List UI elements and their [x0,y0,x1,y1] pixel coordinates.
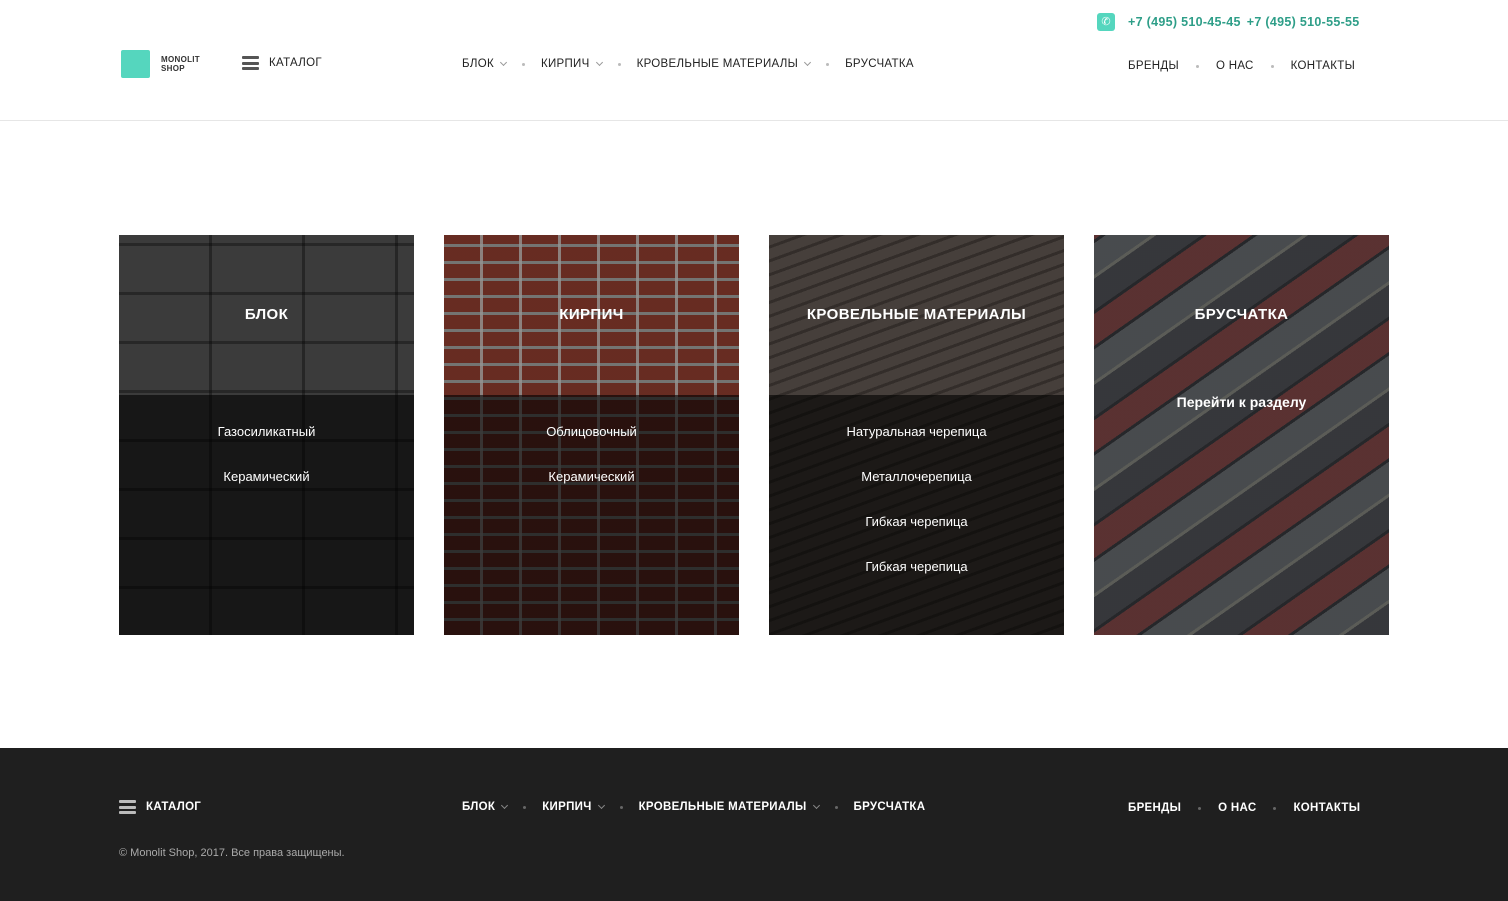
nav-separator [617,62,621,66]
footer-nav-item-brands[interactable]: БРЕНДЫ [1128,802,1181,814]
footer-nav-item-about[interactable]: О НАС [1218,802,1256,814]
footer-nav-item-roofing[interactable]: КРОВЕЛЬНЫЕ МАТЕРИАЛЫ [638,801,820,813]
logo[interactable]: MONOLIT SHOP [121,50,200,78]
nav-separator [1195,64,1199,68]
nav-label: КРОВЕЛЬНЫЕ МАТЕРИАЛЫ [636,58,799,70]
catalog-button[interactable]: КАТАЛОГ [242,56,322,70]
card-link[interactable]: Гибкая черепица [769,513,1064,558]
footer-catalog-button[interactable]: КАТАЛОГ [119,800,201,814]
logo-text: MONOLIT SHOP [161,55,200,73]
category-card-kirpich[interactable]: КИРПИЧ Облицовочный Керамический [444,235,739,635]
nav-separator [1270,64,1274,68]
catalog-label: КАТАЛОГ [146,801,202,813]
main-nav: БЛОК КИРПИЧ КРОВЕЛЬНЫЕ МАТЕРИАЛЫ БРУСЧАТ… [462,58,914,70]
chevron-down-icon [597,801,605,810]
nav-label: БРУСЧАТКА [845,58,914,70]
logo-line-2: SHOP [161,64,185,73]
chevron-down-icon [804,58,812,67]
nav-label: БРУСЧАТКА [853,801,926,813]
phone-icon: ✆ [1097,13,1115,31]
card-title[interactable]: БРУСЧАТКА [1094,306,1389,323]
nav-item-blok[interactable]: БЛОК [462,58,507,70]
chevron-down-icon [812,801,820,810]
card-links: Газосиликатный Керамический [119,423,414,513]
category-card-roofing[interactable]: КРОВЕЛЬНЫЕ МАТЕРИАЛЫ Натуральная черепиц… [769,235,1064,635]
card-links: Натуральная черепица Металлочерепица Гиб… [769,423,1064,603]
nav-separator [521,62,525,66]
nav-item-roofing[interactable]: КРОВЕЛЬНЫЕ МАТЕРИАЛЫ [636,58,812,70]
chevron-down-icon [499,58,507,67]
nav-item-paving[interactable]: БРУСЧАТКА [845,58,914,70]
footer-nav-item-kirpich[interactable]: КИРПИЧ [542,801,605,813]
card-link[interactable]: Газосиликатный [119,423,414,468]
logo-line-1: MONOLIT [161,55,200,64]
site-footer: КАТАЛОГ БЛОК КИРПИЧ КРОВЕЛЬНЫЕ МАТЕРИАЛЫ… [0,748,1508,901]
nav-label: БЛОК [462,58,494,70]
card-links: Облицовочный Керамический [444,423,739,513]
goto-section-link[interactable]: Перейти к разделу [1094,394,1389,410]
nav-separator [1198,806,1202,810]
footer-nav-item-contacts[interactable]: КОНТАКТЫ [1293,802,1360,814]
nav-label: КИРПИЧ [540,58,590,70]
card-title[interactable]: БЛОК [119,306,414,323]
chevron-down-icon [501,801,509,810]
catalog-label: КАТАЛОГ [269,57,322,69]
nav-separator [619,805,623,809]
nav-item-kirpich[interactable]: КИРПИЧ [540,58,603,70]
phone-number-1[interactable]: +7 (495) 510-45-45 [1128,15,1241,29]
phone-number-2[interactable]: +7 (495) 510-55-55 [1247,15,1360,29]
secondary-nav: БРЕНДЫ О НАС КОНТАКТЫ [1128,60,1355,72]
chevron-down-icon [595,58,603,67]
card-link[interactable]: Натуральная черепица [769,423,1064,468]
nav-item-about[interactable]: О НАС [1216,60,1254,72]
footer-main-nav: БЛОК КИРПИЧ КРОВЕЛЬНЫЕ МАТЕРИАЛЫ БРУСЧАТ… [462,801,925,813]
copyright: © Monolit Shop, 2017. Все права защищены… [119,847,345,859]
nav-item-contacts[interactable]: КОНТАКТЫ [1291,60,1355,72]
menu-icon [119,800,136,814]
site-header: MONOLIT SHOP КАТАЛОГ БЛОК КИРПИЧ КРОВЕЛЬ… [0,0,1508,121]
card-link[interactable]: Облицовочный [444,423,739,468]
nav-separator [1273,806,1277,810]
card-title[interactable]: КИРПИЧ [444,306,739,323]
logo-mark [121,50,150,78]
category-card-paving[interactable]: БРУСЧАТКА Перейти к разделу [1094,235,1389,635]
menu-icon [242,56,259,70]
footer-secondary-nav: БРЕНДЫ О НАС КОНТАКТЫ [1128,802,1360,814]
category-card-blok[interactable]: БЛОК Газосиликатный Керамический [119,235,414,635]
nav-label: КИРПИЧ [542,801,592,813]
card-link[interactable]: Керамический [444,468,739,513]
nav-separator [523,805,527,809]
nav-label: КРОВЕЛЬНЫЕ МАТЕРИАЛЫ [638,801,807,813]
card-link[interactable]: Металлочерепица [769,468,1064,513]
nav-item-brands[interactable]: БРЕНДЫ [1128,60,1179,72]
footer-nav-item-blok[interactable]: БЛОК [462,801,509,813]
footer-nav-item-paving[interactable]: БРУСЧАТКА [854,801,926,813]
card-link[interactable]: Керамический [119,468,414,513]
card-title[interactable]: КРОВЕЛЬНЫЕ МАТЕРИАЛЫ [769,306,1064,323]
nav-separator [826,62,830,66]
phone-block: ✆ +7 (495) 510-45-45 +7 (495) 510-55-55 [1097,13,1366,31]
card-link[interactable]: Гибкая черепица [769,558,1064,603]
nav-label: БЛОК [462,801,496,813]
nav-separator [834,805,838,809]
